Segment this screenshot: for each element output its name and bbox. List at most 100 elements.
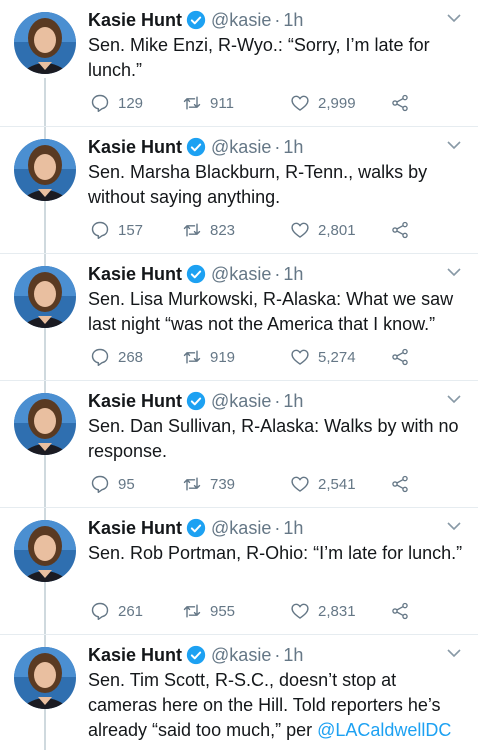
like-button[interactable]: 2,541 bbox=[290, 474, 390, 494]
avatar[interactable] bbox=[14, 647, 76, 709]
tweet[interactable]: Kasie Hunt @kasie · 1h Sen. Lisa Murkows… bbox=[0, 254, 478, 381]
header-separator: · bbox=[274, 9, 281, 30]
reply-button[interactable]: 261 bbox=[90, 601, 182, 621]
share-button[interactable] bbox=[390, 474, 410, 494]
retweet-button[interactable]: 919 bbox=[182, 347, 290, 367]
avatar[interactable] bbox=[14, 12, 76, 74]
tweet[interactable]: Kasie Hunt @kasie · 1h Sen. Rob Portman,… bbox=[0, 508, 478, 635]
author-handle[interactable]: @kasie bbox=[211, 645, 271, 666]
share-button[interactable] bbox=[390, 347, 410, 367]
reply-count: 261 bbox=[118, 602, 144, 620]
reply-button[interactable]: 95 bbox=[90, 474, 182, 494]
retweet-button[interactable]: 911 bbox=[182, 93, 290, 113]
like-count: 2,999 bbox=[318, 94, 356, 112]
header-separator: · bbox=[274, 263, 281, 284]
share-button[interactable] bbox=[390, 220, 410, 240]
avatar[interactable] bbox=[14, 139, 76, 201]
reply-icon bbox=[91, 94, 109, 113]
reply-icon bbox=[91, 348, 109, 367]
avatar[interactable] bbox=[14, 393, 76, 455]
tweet-text: Sen. Tim Scott, R-S.C., doesn’t stop at … bbox=[88, 668, 468, 743]
author-name[interactable]: Kasie Hunt bbox=[88, 645, 182, 666]
tweet-timestamp[interactable]: 1h bbox=[283, 264, 303, 285]
tweet-header: Kasie Hunt @kasie · 1h bbox=[88, 389, 303, 413]
heart-icon bbox=[291, 95, 309, 111]
tweet-text: Sen. Marsha Blackburn, R-Tenn., walks by… bbox=[88, 162, 428, 207]
retweet-icon bbox=[183, 604, 201, 618]
tweet-timestamp[interactable]: 1h bbox=[283, 518, 303, 539]
tweet-text: Sen. Mike Enzi, R-Wyo.: “Sorry, I’m late… bbox=[88, 35, 430, 80]
tweet-thread: Kasie Hunt @kasie · 1h Sen. Mike Enzi, R… bbox=[0, 0, 478, 750]
verified-badge-icon bbox=[186, 645, 206, 665]
tweet-actions: 261 955 2,831 bbox=[90, 600, 410, 622]
author-handle[interactable]: @kasie bbox=[211, 391, 271, 412]
header-separator: · bbox=[274, 390, 281, 411]
retweet-icon bbox=[183, 350, 201, 364]
verified-badge-icon bbox=[186, 391, 206, 411]
like-button[interactable]: 2,999 bbox=[290, 93, 390, 113]
verified-badge-icon bbox=[186, 137, 206, 157]
like-count: 2,801 bbox=[318, 221, 356, 239]
mention-link[interactable]: @LACaldwellDC bbox=[317, 720, 451, 740]
author-handle[interactable]: @kasie bbox=[211, 10, 271, 31]
share-icon bbox=[392, 348, 408, 366]
author-handle[interactable]: @kasie bbox=[211, 264, 271, 285]
tweet-text: Sen. Dan Sullivan, R-Alaska: Walks by wi… bbox=[88, 416, 459, 461]
author-name[interactable]: Kasie Hunt bbox=[88, 10, 182, 31]
author-handle[interactable]: @kasie bbox=[211, 137, 271, 158]
reply-button[interactable]: 129 bbox=[90, 93, 182, 113]
retweet-button[interactable]: 739 bbox=[182, 474, 290, 494]
chevron-down-icon[interactable] bbox=[446, 520, 462, 532]
author-handle[interactable]: @kasie bbox=[211, 518, 271, 539]
tweet-timestamp[interactable]: 1h bbox=[283, 10, 303, 31]
tweet-timestamp[interactable]: 1h bbox=[283, 137, 303, 158]
author-name[interactable]: Kasie Hunt bbox=[88, 391, 182, 412]
retweet-button[interactable]: 823 bbox=[182, 220, 290, 240]
like-button[interactable]: 5,274 bbox=[290, 347, 390, 367]
share-icon bbox=[392, 602, 408, 620]
tweet-header: Kasie Hunt @kasie · 1h bbox=[88, 135, 303, 159]
retweet-icon bbox=[183, 96, 201, 110]
reply-count: 157 bbox=[118, 221, 144, 239]
like-button[interactable]: 2,801 bbox=[290, 220, 390, 240]
chevron-down-icon[interactable] bbox=[446, 647, 462, 659]
tweet[interactable]: Kasie Hunt @kasie · 1h Sen. Mike Enzi, R… bbox=[0, 0, 478, 127]
share-icon bbox=[392, 475, 408, 493]
verified-badge-icon bbox=[186, 264, 206, 284]
like-count: 5,274 bbox=[318, 348, 356, 366]
tweet[interactable]: Kasie Hunt @kasie · 1h Sen. Dan Sullivan… bbox=[0, 381, 478, 508]
reply-button[interactable]: 157 bbox=[90, 220, 182, 240]
reply-count: 129 bbox=[118, 94, 144, 112]
heart-icon bbox=[291, 476, 309, 492]
author-name[interactable]: Kasie Hunt bbox=[88, 137, 182, 158]
tweet[interactable]: Kasie Hunt @kasie · 1h Sen. Marsha Black… bbox=[0, 127, 478, 254]
like-count: 2,541 bbox=[318, 475, 356, 493]
author-name[interactable]: Kasie Hunt bbox=[88, 264, 182, 285]
header-separator: · bbox=[274, 644, 281, 665]
tweet-timestamp[interactable]: 1h bbox=[283, 391, 303, 412]
like-button[interactable]: 2,831 bbox=[290, 601, 390, 621]
retweet-button[interactable]: 955 bbox=[182, 601, 290, 621]
retweet-count: 739 bbox=[210, 475, 236, 493]
chevron-down-icon[interactable] bbox=[446, 393, 462, 405]
retweet-count: 911 bbox=[210, 94, 234, 112]
verified-badge-icon bbox=[186, 10, 206, 30]
tweet-timestamp[interactable]: 1h bbox=[283, 645, 303, 666]
chevron-down-icon[interactable] bbox=[446, 12, 462, 24]
retweet-count: 919 bbox=[210, 348, 236, 366]
avatar[interactable] bbox=[14, 520, 76, 582]
heart-icon bbox=[291, 222, 309, 238]
share-button[interactable] bbox=[390, 93, 410, 113]
retweet-icon bbox=[183, 223, 201, 237]
tweet-header: Kasie Hunt @kasie · 1h bbox=[88, 8, 303, 32]
share-icon bbox=[392, 221, 408, 239]
share-button[interactable] bbox=[390, 601, 410, 621]
avatar[interactable] bbox=[14, 266, 76, 328]
reply-button[interactable]: 268 bbox=[90, 347, 182, 367]
chevron-down-icon[interactable] bbox=[446, 266, 462, 278]
tweet[interactable]: Kasie Hunt @kasie · 1h Sen. Tim Scott, R… bbox=[0, 635, 478, 750]
chevron-down-icon[interactable] bbox=[446, 139, 462, 151]
reply-icon bbox=[91, 475, 109, 494]
author-name[interactable]: Kasie Hunt bbox=[88, 518, 182, 539]
retweet-count: 955 bbox=[210, 602, 236, 620]
